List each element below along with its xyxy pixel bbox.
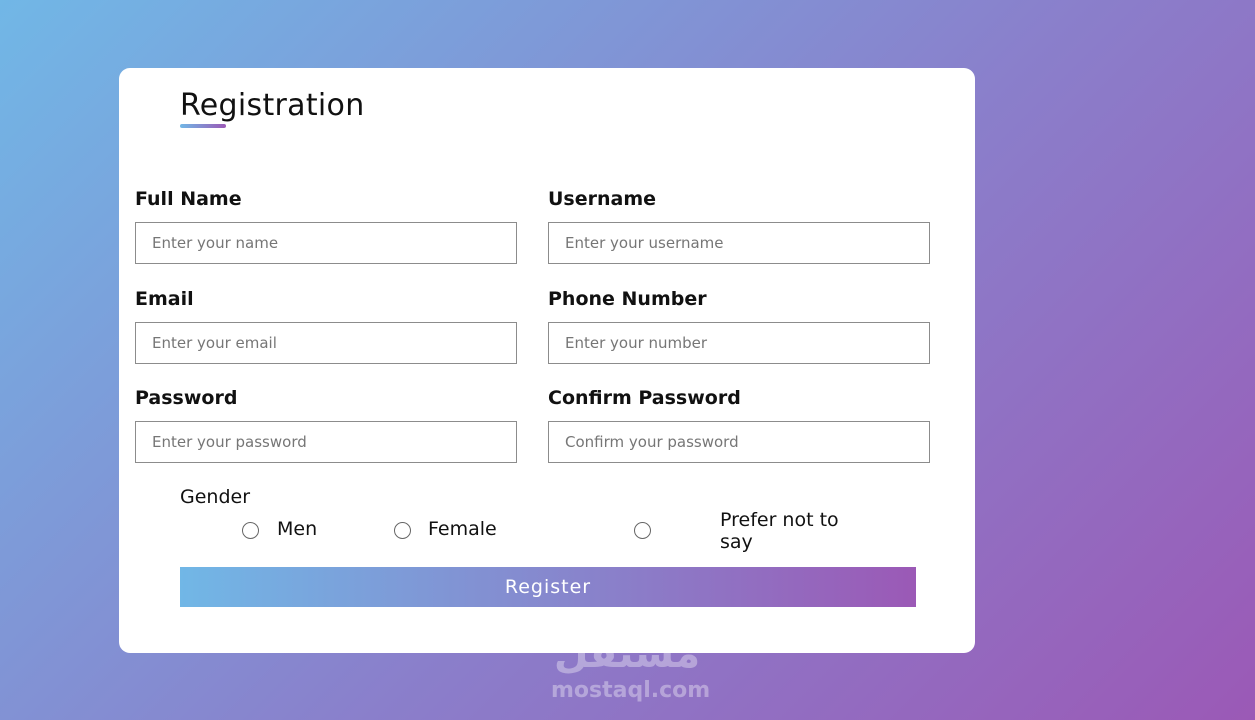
- gender-title: Gender: [180, 486, 251, 508]
- gender-radio-men[interactable]: [242, 522, 259, 539]
- username-label: Username: [548, 188, 657, 210]
- password-input[interactable]: [135, 421, 517, 463]
- form-title: Registration: [180, 88, 365, 123]
- watermark-latin-text: mostaql.com: [551, 678, 711, 703]
- title-underline: [180, 124, 226, 128]
- watermark-arabic-text: مستقل: [553, 631, 701, 677]
- watermark: مستقل mostaql.com: [551, 630, 711, 708]
- gender-radio-female[interactable]: [394, 522, 411, 539]
- full-name-label: Full Name: [135, 188, 242, 210]
- email-input[interactable]: [135, 322, 517, 364]
- password-label: Password: [135, 387, 238, 409]
- gender-option-men-label: Men: [277, 518, 318, 540]
- phone-number-label: Phone Number: [548, 288, 707, 310]
- gender-radio-prefer-not[interactable]: [634, 522, 651, 539]
- username-input[interactable]: [548, 222, 930, 264]
- confirm-password-label: Confirm Password: [548, 387, 741, 409]
- phone-number-input[interactable]: [548, 322, 930, 364]
- confirm-password-input[interactable]: [548, 421, 930, 463]
- full-name-input[interactable]: [135, 222, 517, 264]
- gender-option-prefer-not-label: Prefer not to say: [720, 509, 839, 553]
- email-label: Email: [135, 288, 194, 310]
- registration-card: Registration Full Name Username Email Ph…: [119, 68, 975, 653]
- register-button[interactable]: Register: [180, 567, 916, 607]
- gender-option-female-label: Female: [428, 518, 497, 540]
